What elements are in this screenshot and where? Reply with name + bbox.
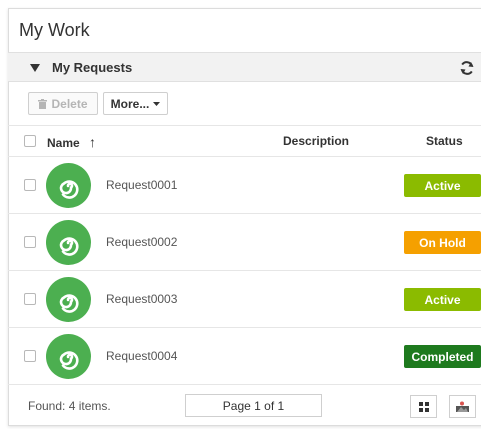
status-badge: On Hold [404,231,481,254]
row-checkbox[interactable] [24,236,36,248]
grid-icon [418,401,429,412]
spiral-icon [59,236,79,256]
table-header: Name ↑ Description Status [8,126,481,157]
request-avatar[interactable] [46,334,91,379]
sort-ascending-icon[interactable]: ↑ [89,134,96,150]
column-header-name[interactable]: Name ↑ [47,134,96,150]
trash-icon [38,98,48,109]
triangle-down-icon[interactable] [30,64,40,72]
found-count: Found: 4 items. [28,399,111,413]
request-name[interactable]: Request0004 [106,349,177,363]
delete-button-label: Delete [51,96,88,111]
page-title: My Work [19,20,90,40]
table-footer: Found: 4 items. Page 1 of 1 [8,384,481,426]
row-checkbox[interactable] [24,350,36,362]
table-row[interactable]: Request0001 Active [8,157,481,214]
select-all-checkbox[interactable] [24,135,36,147]
toolbar: Delete More... [8,82,481,126]
more-button-label: More... [110,96,150,111]
refresh-icon[interactable] [459,60,475,76]
chevron-down-icon [153,101,161,106]
status-badge: Completed [404,345,481,368]
column-header-name-label: Name [47,136,80,150]
status-badge: Active [404,288,481,311]
row-checkbox[interactable] [24,179,36,191]
image-view-button[interactable] [449,395,476,418]
request-avatar[interactable] [46,220,91,265]
status-badge: Active [404,174,481,197]
request-avatar[interactable] [46,163,91,208]
table-row[interactable]: Request0002 On Hold [8,214,481,271]
my-requests-header[interactable]: My Requests [8,52,481,82]
request-avatar[interactable] [46,277,91,322]
column-header-status[interactable]: Status [426,134,463,148]
request-name[interactable]: Request0001 [106,178,177,192]
spiral-icon [59,179,79,199]
more-button[interactable]: More... [103,92,168,115]
request-name[interactable]: Request0003 [106,292,177,306]
delete-button[interactable]: Delete [28,92,98,115]
column-header-description[interactable]: Description [283,134,349,148]
page-indicator[interactable]: Page 1 of 1 [185,394,322,417]
grid-view-button[interactable] [410,395,437,418]
table-row[interactable]: Request0004 Completed [8,328,481,385]
table-row[interactable]: Request0003 Active [8,271,481,328]
spiral-icon [59,293,79,313]
image-icon [456,401,469,412]
row-checkbox[interactable] [24,293,36,305]
spiral-icon [59,350,79,370]
request-name[interactable]: Request0002 [106,235,177,249]
section-title: My Requests [52,60,133,75]
